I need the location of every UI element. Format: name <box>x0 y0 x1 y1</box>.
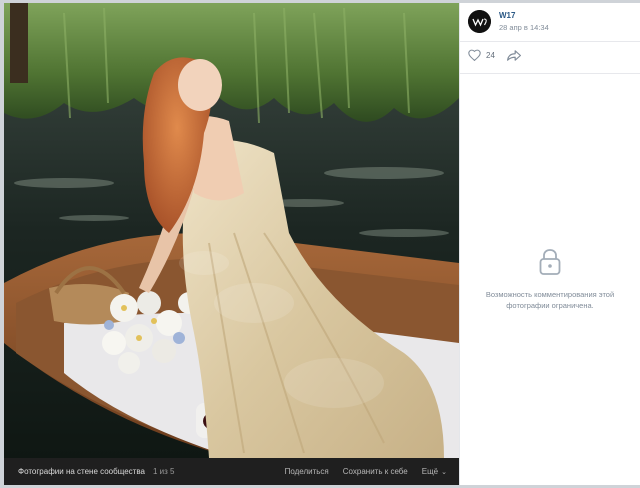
photo-side-panel: W17 28 апр в 14:34 24 Возможность коммен… <box>459 3 640 485</box>
photo-bottom-bar: Фотографии на стене сообщества 1 из 5 По… <box>4 458 459 485</box>
divider <box>460 73 640 74</box>
photo-viewer: Фотографии на стене сообщества 1 из 5 По… <box>4 3 640 485</box>
w17-logo-icon <box>468 10 491 33</box>
share-arrow-icon <box>506 49 521 61</box>
post-author: W17 28 апр в 14:34 <box>468 10 549 33</box>
post-date[interactable]: 28 апр в 14:34 <box>499 23 549 32</box>
locked-line-1: Возможность комментирования этой <box>485 290 615 299</box>
save-button[interactable]: Сохранить к себе <box>343 467 408 476</box>
lock-icon <box>539 249 561 275</box>
photo-illustration <box>4 3 459 458</box>
album-link[interactable]: Фотографии на стене сообщества <box>18 467 145 476</box>
photo-image[interactable] <box>4 3 459 458</box>
photo-counter: 1 из 5 <box>152 467 175 476</box>
more-label: Ещё <box>421 467 439 476</box>
divider <box>460 41 640 42</box>
heart-icon <box>468 49 481 61</box>
avatar[interactable] <box>468 10 491 33</box>
comments-locked-text: Возможность комментирования этой фотогра… <box>460 289 640 311</box>
like-count: 24 <box>486 50 495 60</box>
author-name[interactable]: W17 <box>499 11 549 20</box>
more-button[interactable]: Ещё ⌄ <box>422 467 447 476</box>
post-actions: 24 <box>468 49 521 61</box>
share-button[interactable]: Поделиться <box>285 467 329 476</box>
like-button[interactable]: 24 <box>468 49 495 61</box>
locked-line-2: фотографии ограничена. <box>506 301 594 310</box>
author-text: W17 28 апр в 14:34 <box>499 11 549 32</box>
comments-locked-notice: Возможность комментирования этой фотогра… <box>460 248 640 311</box>
chevron-down-icon: ⌄ <box>441 468 447 476</box>
share-icon-button[interactable] <box>506 49 521 61</box>
